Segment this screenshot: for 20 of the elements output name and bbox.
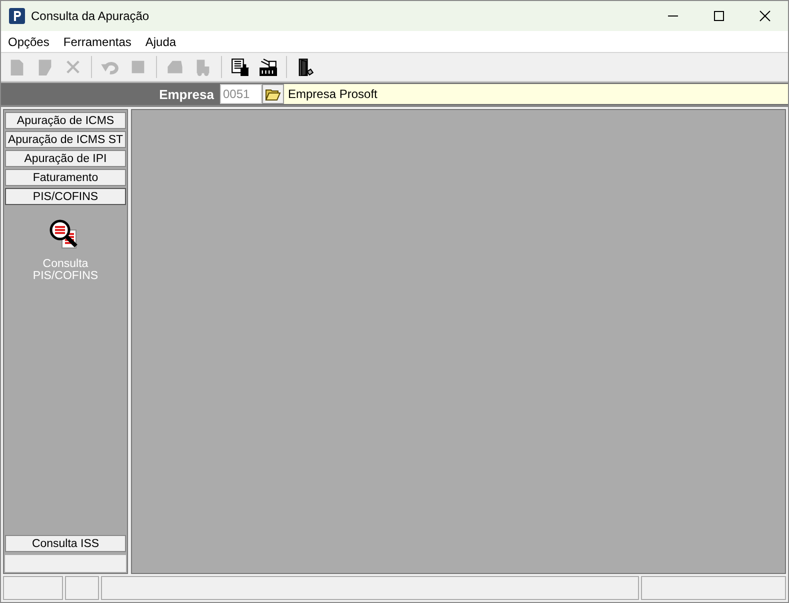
company-name-field[interactable]: Empresa Prosoft bbox=[284, 84, 788, 104]
sidebar-group-tab[interactable]: Apuração de ICMS bbox=[5, 112, 126, 129]
status-panel bbox=[65, 576, 99, 600]
status-panel bbox=[3, 576, 63, 600]
sidebar-group-tab[interactable]: Consulta ISS bbox=[5, 535, 126, 552]
sidebar-group-tab[interactable]: Apuração de IPI bbox=[5, 150, 126, 167]
folder-icon bbox=[265, 87, 281, 101]
sidebar-group-tab[interactable]: Apuração de ICMS ST bbox=[5, 131, 126, 148]
app-logo-icon bbox=[9, 8, 25, 24]
report-icon[interactable] bbox=[231, 58, 249, 76]
menu-item[interactable]: Ferramentas bbox=[56, 34, 138, 48]
company-label: Empresa bbox=[158, 86, 215, 102]
open-folder-button[interactable] bbox=[262, 84, 284, 104]
sidebar-group-tab[interactable]: Faturamento bbox=[5, 169, 126, 186]
company-code-field[interactable]: 0051 bbox=[220, 84, 262, 104]
window-title: Consulta da Apuração bbox=[31, 9, 150, 23]
exit-door-icon[interactable] bbox=[296, 58, 314, 76]
menu-item[interactable]: Opções bbox=[1, 34, 56, 48]
menu-item[interactable]: Ajuda bbox=[138, 34, 184, 48]
sidebar-group-tab[interactable]: PIS/COFINS bbox=[5, 188, 126, 205]
